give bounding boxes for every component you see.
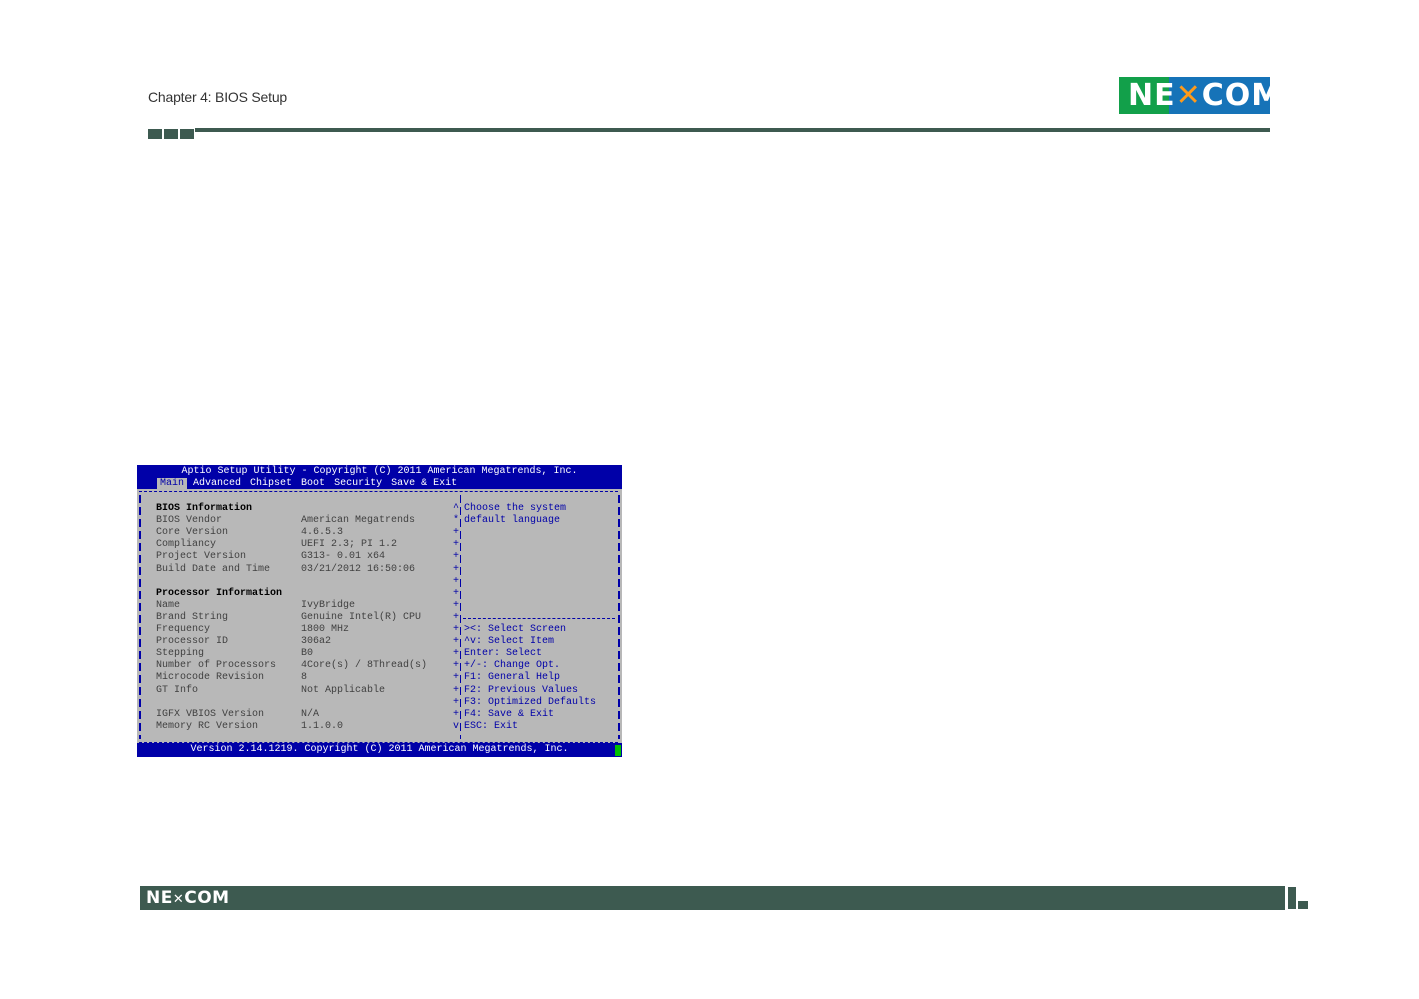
help-text-line: default language: [464, 515, 561, 527]
key-help-line: ^v: Select Item: [464, 636, 555, 648]
info-value: B0: [301, 648, 314, 660]
section-heading: Processor Information: [156, 587, 283, 599]
info-value: 4.6.5.3: [301, 527, 344, 539]
bios-footer: Version 2.14.1219. Copyright (C) 2011 Am…: [137, 743, 622, 757]
footer-logo: NE✕COM: [146, 888, 230, 908]
key-help-line: ESC: Exit: [464, 720, 519, 732]
bios-title: Aptio Setup Utility - Copyright (C) 2011…: [181, 466, 578, 477]
info-label: Project Version: [156, 551, 247, 563]
key-help-line: F4: Save & Exit: [464, 708, 555, 720]
info-value: 1800 MHz: [301, 624, 350, 635]
key-help-line: F1: General Help: [464, 672, 561, 684]
scroll-mark: +: [453, 624, 460, 635]
section-heading: BIOS Information: [156, 503, 253, 514]
help-separator: [463, 618, 615, 619]
info-value: UEFI 2.3; PI 1.2: [301, 539, 398, 551]
scroll-mark: +: [453, 684, 460, 696]
scroll-mark: +: [453, 527, 460, 539]
scroll-mark: *: [453, 515, 460, 527]
scroll-mark: +: [453, 708, 460, 720]
bios-screen: Aptio Setup Utility - Copyright (C) 2011…: [137, 465, 622, 757]
key-help-line: F2: Previous Values: [464, 684, 579, 696]
key-help-line: Enter: Select: [464, 648, 543, 660]
info-value: N/A: [301, 708, 320, 720]
info-label: Microcode Revision: [156, 672, 265, 684]
chapter-title: Chapter 4: BIOS Setup: [148, 89, 287, 105]
scroll-mark: +: [453, 672, 460, 684]
bios-tab-main[interactable]: Main: [157, 478, 188, 489]
info-label: Memory RC Version: [156, 720, 259, 732]
chapter-squares: [148, 129, 194, 139]
bios-tab-chipset[interactable]: Chipset: [247, 478, 295, 489]
scroll-mark: +: [453, 599, 460, 611]
info-label: GT Info: [156, 684, 199, 696]
scroll-mark: +: [453, 696, 460, 708]
info-value: 4Core(s) / 8Thread(s): [301, 660, 428, 672]
info-label: Compliancy: [156, 539, 217, 551]
info-label: BIOS Vendor: [156, 515, 223, 527]
info-label: Number of Processors: [156, 660, 277, 672]
footer-bar: NE✕COM: [140, 886, 1285, 910]
info-label: Brand String: [156, 611, 229, 623]
info-value: G313- 0.01 x64: [301, 551, 386, 563]
scroll-mark: +: [453, 587, 460, 599]
scroll-mark: +: [453, 611, 460, 623]
key-help-line: +/-: Change Opt.: [464, 660, 561, 672]
info-label: Processor ID: [156, 636, 229, 648]
key-help-line: ><: Select Screen: [464, 624, 567, 635]
scroll-mark: +: [453, 539, 460, 551]
info-value: Not Applicable: [301, 684, 386, 696]
info-value: 1.1.0.0: [301, 720, 344, 732]
info-label: IGFX VBIOS Version: [156, 708, 265, 720]
info-label: Stepping: [156, 648, 205, 660]
help-text-line: Choose the system: [464, 503, 567, 514]
bios-tab-save-exit[interactable]: Save & Exit: [388, 478, 460, 489]
info-value: Genuine Intel(R) CPU: [301, 611, 422, 623]
bios-divider: [460, 495, 461, 739]
scroll-mark: v: [453, 720, 460, 732]
bios-left-border: [139, 495, 141, 739]
scroll-mark: +: [453, 551, 460, 563]
info-value: American Megatrends: [301, 515, 416, 527]
bios-tab-advanced[interactable]: Advanced: [190, 478, 244, 489]
info-value: 8: [301, 672, 308, 684]
scroll-mark: +: [453, 563, 460, 575]
bios-tab-security[interactable]: Security: [331, 478, 385, 489]
scroll-mark: +: [453, 636, 460, 648]
bios-titlebar: Aptio Setup Utility - Copyright (C) 2011…: [137, 465, 622, 489]
info-value: 03/21/2012 16:50:06: [301, 563, 416, 575]
info-label: Build Date and Time: [156, 563, 271, 575]
info-label: Core Version: [156, 527, 229, 539]
scroll-mark: +: [453, 660, 460, 672]
cursor-indicator: [615, 745, 621, 756]
scroll-mark: ^: [453, 503, 460, 514]
info-value: IvyBridge: [301, 599, 356, 611]
info-value: 306a2: [301, 636, 332, 648]
header-rule: [195, 128, 1270, 132]
info-label: Frequency: [156, 624, 211, 635]
bios-menu[interactable]: Main Advanced Chipset Boot Security Save & Ex…: [157, 478, 463, 489]
info-label: Name: [156, 599, 181, 611]
nexcom-logo: NE✕COM: [1119, 77, 1270, 114]
scroll-mark: +: [453, 648, 460, 660]
logo-text: NE✕COM: [1128, 78, 1270, 113]
scroll-mark: +: [453, 575, 460, 587]
key-help-line: F3: Optimized Defaults: [464, 696, 597, 708]
bios-tab-boot[interactable]: Boot: [298, 478, 328, 489]
bios-right-border: [618, 495, 620, 739]
